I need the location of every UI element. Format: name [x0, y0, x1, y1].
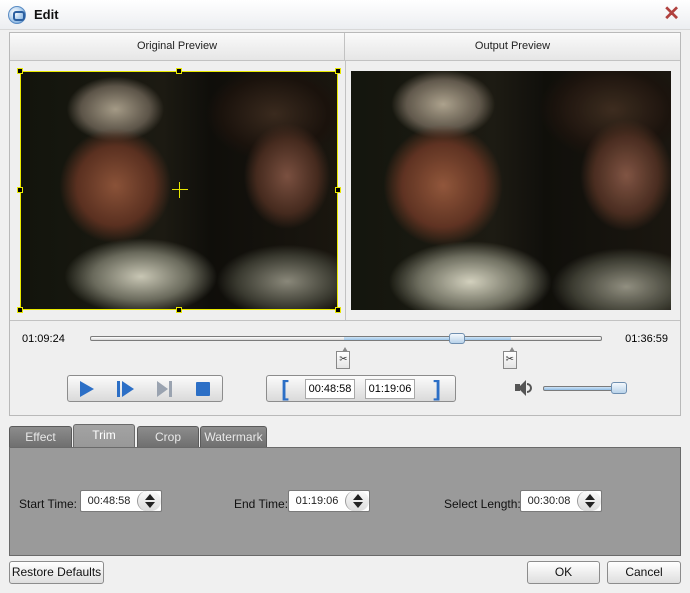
current-time: 01:09:24 — [22, 333, 65, 345]
set-start-button[interactable]: [ — [267, 376, 303, 401]
stop-icon — [196, 381, 210, 396]
stop-button[interactable] — [184, 376, 222, 401]
preview-panel: Original Preview Output Preview 01:09:24… — [9, 32, 681, 416]
volume-thumb[interactable] — [610, 382, 627, 394]
trim-panel: Start Time: 00:48:58 End Time: 01:19:06 … — [9, 447, 681, 556]
set-end-icon: ] — [433, 375, 441, 401]
set-end-button[interactable]: ] — [419, 376, 455, 401]
trim-start-marker[interactable]: ✂ — [336, 347, 351, 369]
end-time-label: End Time: — [234, 497, 289, 511]
go-to-end-button[interactable] — [145, 376, 183, 401]
select-length-up-icon[interactable] — [585, 494, 595, 500]
end-time-down-icon[interactable] — [353, 502, 363, 508]
restore-defaults-button[interactable]: Restore Defaults — [9, 561, 104, 584]
title-bar: Edit ✕ — [0, 0, 690, 30]
total-time: 01:36:59 — [625, 333, 668, 345]
close-icon[interactable]: ✕ — [663, 4, 680, 24]
playback-controls — [67, 375, 223, 402]
play-button[interactable] — [68, 376, 106, 401]
trim-end-time: 01:19:06 — [365, 379, 415, 399]
original-preview-label: Original Preview — [10, 33, 345, 61]
select-length-spinner[interactable]: 00:30:08 — [520, 490, 602, 512]
next-frame-button[interactable] — [106, 376, 144, 401]
end-time-value[interactable]: 01:19:06 — [289, 491, 345, 511]
tab-watermark[interactable]: Watermark — [200, 426, 267, 448]
separator — [10, 320, 680, 321]
start-time-up-icon[interactable] — [145, 494, 155, 500]
tab-crop[interactable]: Crop — [137, 426, 199, 448]
original-video-frame[interactable] — [20, 71, 338, 310]
output-preview-label: Output Preview — [345, 33, 680, 61]
cancel-button[interactable]: Cancel — [607, 561, 681, 584]
ok-button[interactable]: OK — [527, 561, 600, 584]
timeline-slider[interactable] — [90, 333, 602, 344]
pane-divider — [345, 61, 346, 320]
select-length-label: Select Length: — [444, 497, 521, 511]
output-video-frame — [351, 71, 671, 310]
next-frame-icon — [116, 380, 134, 397]
timeline-thumb[interactable] — [449, 333, 466, 344]
app-icon — [8, 6, 26, 24]
trim-controls: [ 00:48:58 01:19:06 ] — [266, 375, 456, 402]
start-time-label: Start Time: — [19, 497, 78, 511]
end-time-up-icon[interactable] — [353, 494, 363, 500]
window-title: Edit — [34, 7, 59, 22]
trim-end-marker[interactable]: ✂ — [502, 347, 517, 369]
start-time-down-icon[interactable] — [145, 502, 155, 508]
go-to-end-icon — [156, 380, 172, 397]
end-time-spinner[interactable]: 01:19:06 — [288, 490, 370, 512]
tab-trim[interactable]: Trim — [73, 424, 135, 449]
select-length-value[interactable]: 00:30:08 — [521, 491, 577, 511]
start-time-spinner[interactable]: 00:48:58 — [80, 490, 162, 512]
start-time-value[interactable]: 00:48:58 — [81, 491, 137, 511]
trim-selection-range — [344, 337, 511, 340]
set-start-icon: [ — [281, 375, 289, 401]
select-length-down-icon[interactable] — [585, 502, 595, 508]
tab-effect[interactable]: Effect — [9, 426, 72, 448]
volume-icon[interactable] — [515, 379, 533, 397]
trim-start-time: 00:48:58 — [305, 379, 355, 399]
play-icon — [80, 380, 94, 397]
